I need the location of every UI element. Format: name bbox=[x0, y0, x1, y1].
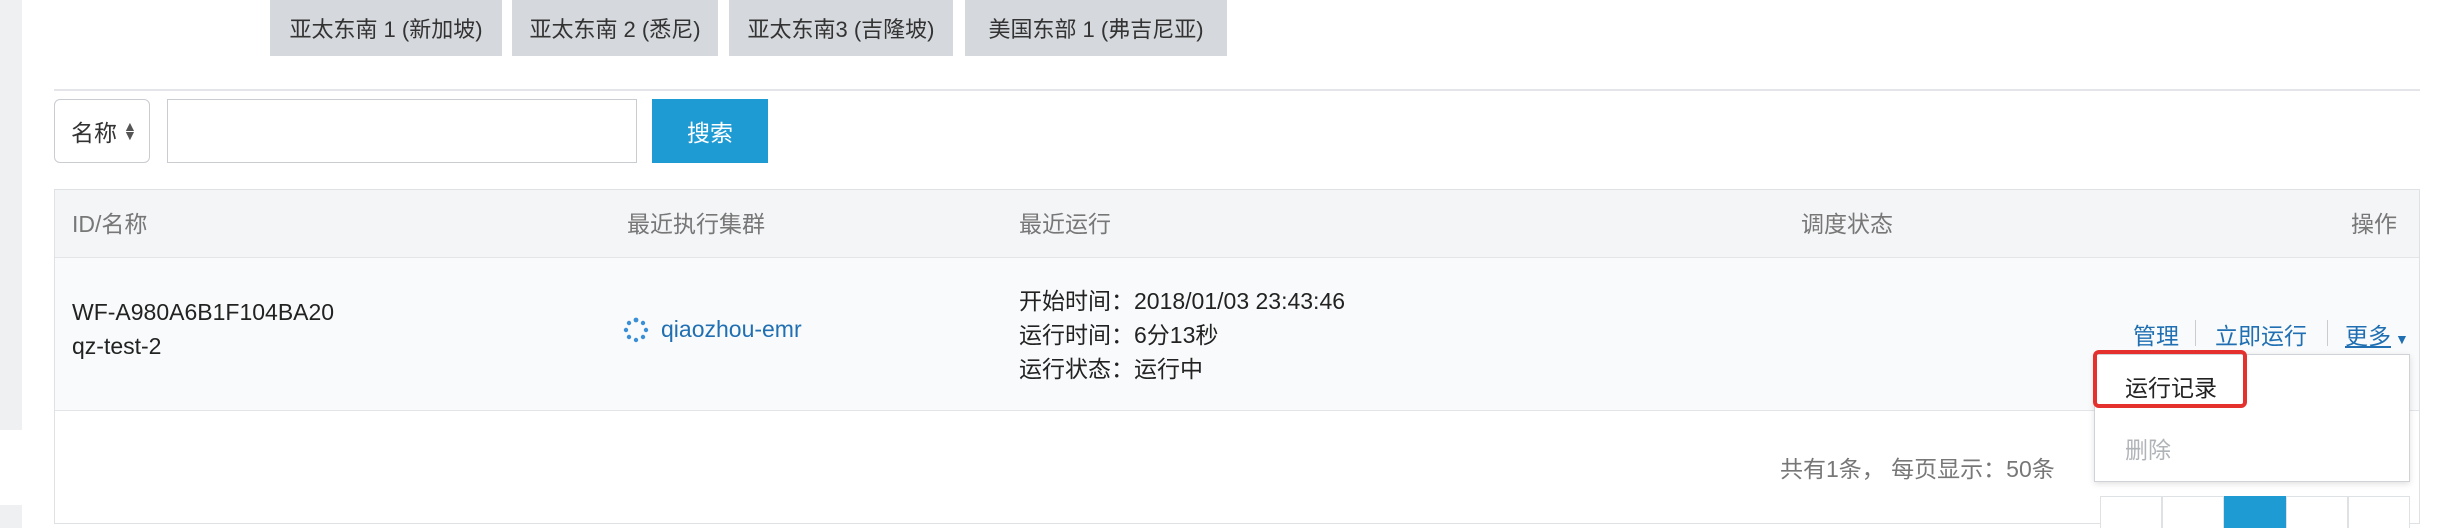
header-actions: 操作 bbox=[2351, 211, 2397, 237]
page-next-button[interactable] bbox=[2348, 496, 2410, 528]
run-status: 运行状态：运行中 bbox=[1019, 356, 1203, 382]
search-input[interactable] bbox=[167, 99, 637, 163]
region-tab-sydney[interactable]: 亚太东南 2 (悉尼) bbox=[512, 0, 718, 56]
pagination-summary: 共有1条， 每页显示：50条 bbox=[1780, 456, 2055, 482]
header-cluster: 最近执行集群 bbox=[627, 211, 765, 237]
action-separator bbox=[2327, 320, 2328, 346]
more-label[interactable]: 更多 bbox=[2345, 323, 2391, 349]
caret-down-icon: ▼ bbox=[2395, 331, 2409, 347]
search-field-select-label: 名称 bbox=[71, 120, 117, 146]
workflow-name: qz-test-2 bbox=[72, 333, 162, 359]
page-button[interactable] bbox=[2162, 496, 2224, 528]
region-tab-virginia[interactable]: 美国东部 1 (弗吉尼亚) bbox=[965, 0, 1227, 56]
workflow-id: WF-A980A6B1F104BA20 bbox=[72, 299, 335, 325]
manage-link[interactable]: 管理 bbox=[2133, 317, 2179, 351]
search-button[interactable]: 搜索 bbox=[652, 99, 768, 163]
header-schedule-status: 调度状态 bbox=[1801, 211, 1893, 237]
sort-arrows-icon: ▲ ▼ bbox=[123, 118, 137, 143]
table-row: WF-A980A6B1F104BA20 qz-test-2 qiaozhou-e… bbox=[55, 258, 2419, 411]
run-time: 运行时间：6分13秒 bbox=[1019, 322, 1219, 348]
region-tab-singapore[interactable]: 亚太东南 1 (新加坡) bbox=[270, 0, 502, 56]
more-dropdown-toggle[interactable]: 更多 ▼ bbox=[2345, 317, 2409, 351]
left-sidebar-strip bbox=[0, 0, 22, 430]
highlight-annotation bbox=[2093, 350, 2247, 408]
page-prev-button[interactable] bbox=[2100, 496, 2162, 528]
menu-item-delete: 删除 bbox=[2125, 437, 2171, 463]
left-sidebar-strip-lower bbox=[0, 505, 22, 528]
cluster-name[interactable]: qiaozhou-emr bbox=[661, 316, 802, 343]
cluster-link[interactable]: qiaozhou-emr bbox=[623, 316, 802, 343]
action-separator bbox=[2195, 320, 2196, 346]
header-id-name: ID/名称 bbox=[72, 211, 148, 237]
run-now-link[interactable]: 立即运行 bbox=[2215, 317, 2307, 351]
divider bbox=[54, 89, 2420, 91]
page-current-button[interactable] bbox=[2224, 496, 2286, 528]
search-field-select[interactable]: 名称 ▲ ▼ bbox=[54, 99, 150, 163]
region-tab-kuala-lumpur[interactable]: 亚太东南3 (吉隆坡) bbox=[729, 0, 953, 56]
start-time: 开始时间：2018/01/03 23:43:46 bbox=[1019, 288, 1346, 314]
workflow-table: ID/名称 最近执行集群 最近运行 调度状态 操作 WF-A980A6B1F10… bbox=[54, 189, 2420, 524]
spinner-icon bbox=[623, 317, 649, 342]
page-button[interactable] bbox=[2286, 496, 2348, 528]
table-header: ID/名称 最近执行集群 最近运行 调度状态 操作 bbox=[55, 190, 2419, 258]
header-last-run: 最近运行 bbox=[1019, 211, 1111, 237]
